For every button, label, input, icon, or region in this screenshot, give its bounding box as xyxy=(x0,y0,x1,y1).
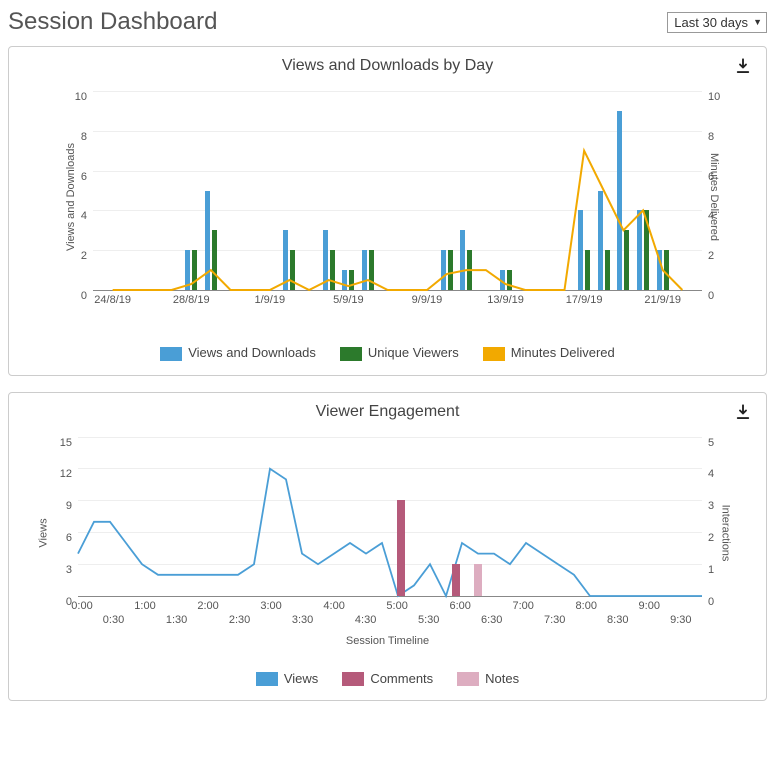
chart1-plot: Views and Downloads Minutes Delivered 00… xyxy=(23,81,752,321)
time-range-select[interactable]: Last 30 days xyxy=(667,12,767,33)
views-downloads-card: Views and Downloads by Day Views and Dow… xyxy=(8,46,767,376)
chart2-plot: Views Interactions 036912150123450:000:3… xyxy=(23,427,752,647)
viewer-engagement-card: Viewer Engagement Views Interactions 036… xyxy=(8,392,767,702)
chart1-ylabel-right: Minutes Delivered xyxy=(708,153,720,241)
chart2-ylabel-right: Interactions xyxy=(720,504,732,561)
legend-minutes-delivered[interactable]: Minutes Delivered xyxy=(483,345,615,361)
legend-views-downloads[interactable]: Views and Downloads xyxy=(160,345,316,361)
chart2-legend: Views Comments Notes xyxy=(23,671,752,687)
page-title: Session Dashboard xyxy=(8,8,217,36)
chart2-title: Viewer Engagement xyxy=(23,403,752,421)
chart1-legend: Views and Downloads Unique Viewers Minut… xyxy=(23,345,752,361)
legend-unique-viewers[interactable]: Unique Viewers xyxy=(340,345,459,361)
legend-views[interactable]: Views xyxy=(256,671,318,687)
download-icon[interactable] xyxy=(734,57,752,75)
chart2-ylabel-left: Views xyxy=(38,518,50,547)
chart2-xlabel: Session Timeline xyxy=(23,635,752,647)
legend-comments[interactable]: Comments xyxy=(342,671,433,687)
chart1-title: Views and Downloads by Day xyxy=(23,57,752,75)
download-icon[interactable] xyxy=(734,403,752,421)
legend-notes[interactable]: Notes xyxy=(457,671,519,687)
chart1-ylabel-left: Views and Downloads xyxy=(65,143,77,251)
